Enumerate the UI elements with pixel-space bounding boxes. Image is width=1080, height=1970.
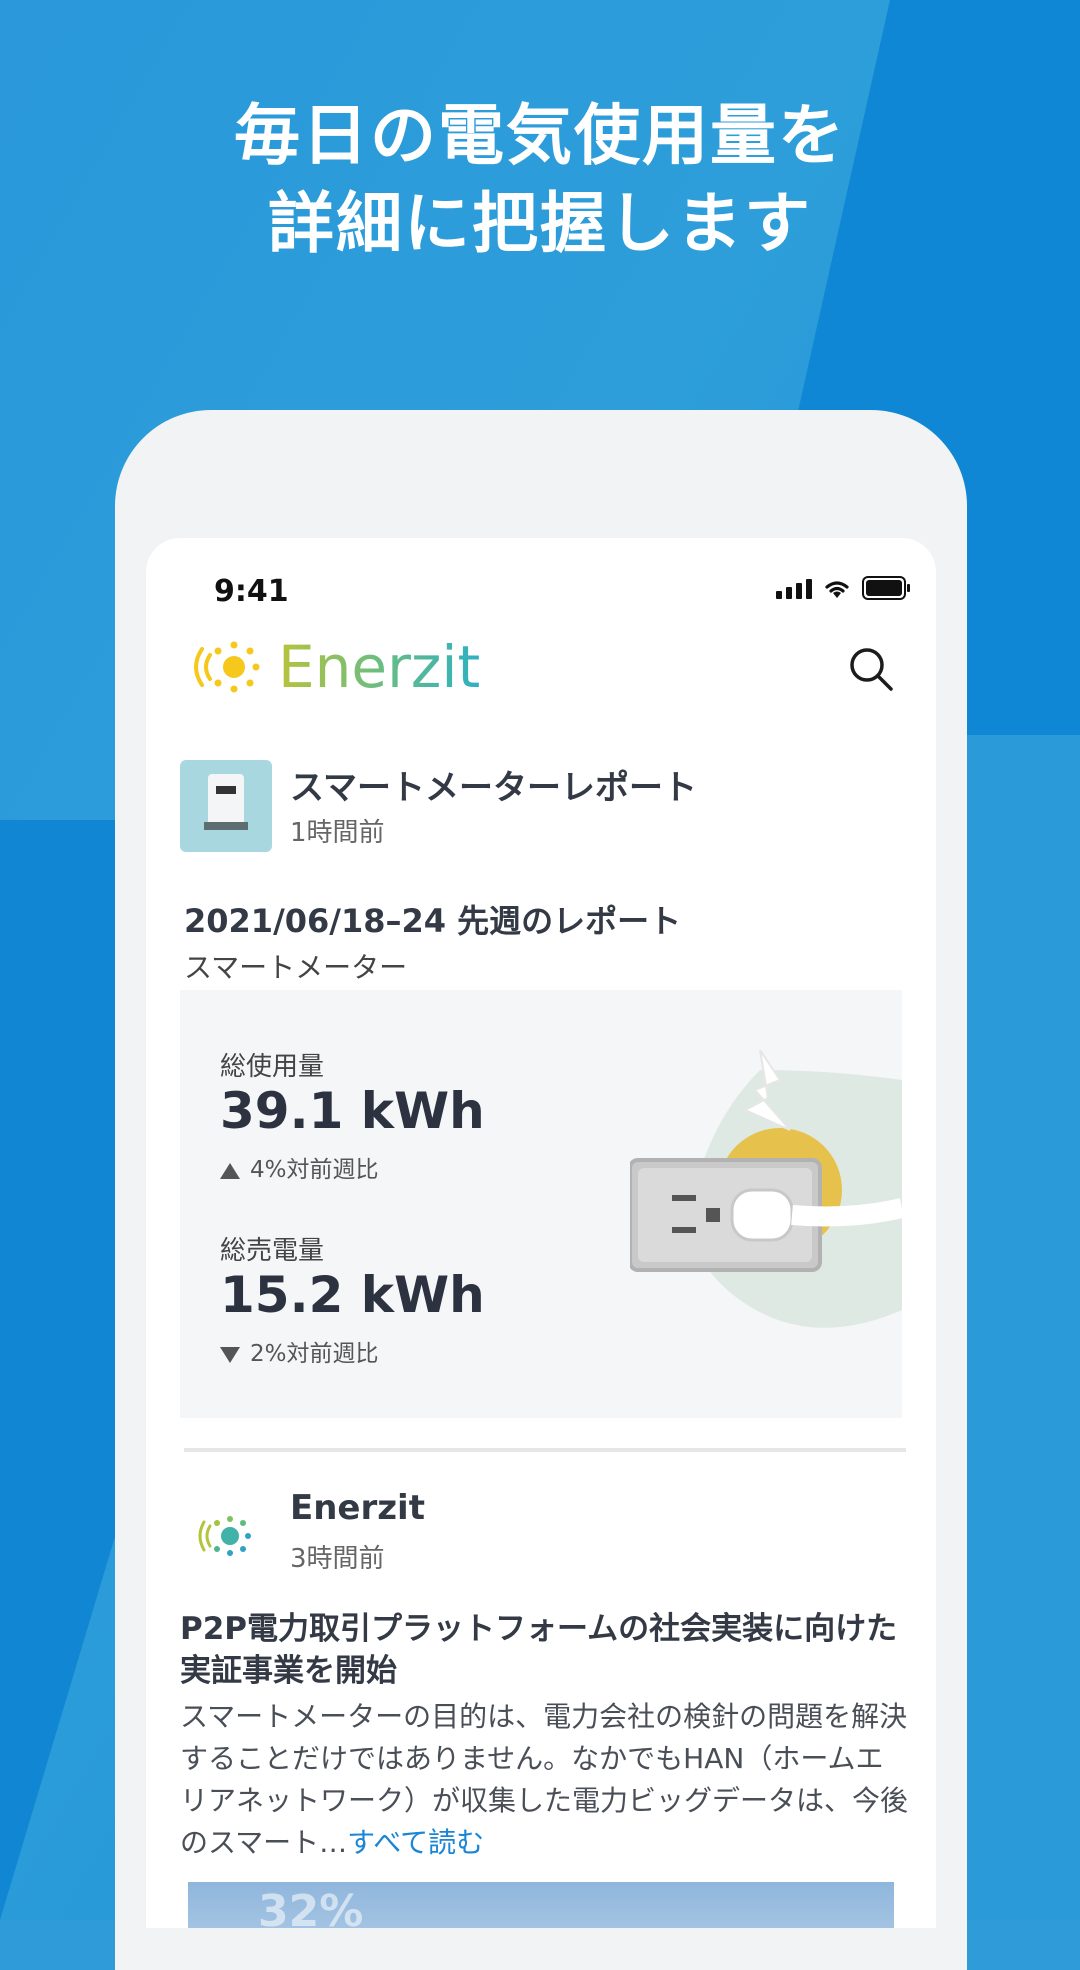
- divider: [184, 1448, 906, 1452]
- app-screen: 9:41 Enerzit スマートメーターレポート 1時間前 2021/06/1…: [146, 538, 936, 1928]
- article-image-text: 32%: [258, 1886, 364, 1928]
- report-source: スマートメーターレポート: [290, 768, 697, 808]
- report-title: 2021/06/18–24 先週のレポート: [184, 902, 682, 940]
- headline-line-2: 詳細に把握します: [268, 185, 812, 262]
- usage-change: 4%対前週比: [220, 1150, 379, 1184]
- read-more-link[interactable]: すべて読む: [347, 1826, 484, 1859]
- enerzit-avatar-icon: [198, 1516, 251, 1556]
- status-bar: 9:41: [146, 538, 936, 638]
- promo-headline: 毎日の電気使用量を 詳細に把握します: [0, 92, 1080, 268]
- signal-icon: [776, 577, 812, 599]
- arrow-up-icon: [220, 1162, 240, 1179]
- wifi-icon: [825, 581, 849, 598]
- sold-label: 総売電量: [220, 1236, 325, 1266]
- arrow-down-icon: [220, 1346, 240, 1363]
- post-header[interactable]: Enerzit 3時間前: [180, 1488, 900, 1578]
- status-icons: [776, 576, 910, 600]
- report-card-header[interactable]: スマートメーターレポート 1時間前: [180, 760, 900, 860]
- status-time: 9:41: [214, 574, 289, 609]
- report-summary[interactable]: 総使用量 39.1 kWh 4%対前週比 総売電量 15.2 kWh 2%対前週…: [180, 990, 902, 1418]
- logo-text: Enerzit: [278, 633, 481, 701]
- post-time: 3時間前: [290, 1544, 385, 1574]
- app-logo[interactable]: Enerzit: [190, 632, 480, 702]
- sold-change: 2%対前週比: [220, 1334, 379, 1368]
- power-plug-illustration: [630, 1050, 902, 1328]
- article-title[interactable]: P2P電力取引プラットフォームの社会実装に向けた実証事業を開始: [180, 1608, 908, 1692]
- sold-value: 15.2 kWh: [220, 1266, 485, 1324]
- article-image[interactable]: 32%: [188, 1882, 894, 1928]
- search-icon[interactable]: [846, 644, 896, 694]
- smart-meter-icon: [180, 760, 272, 852]
- report-time: 1時間前: [290, 818, 385, 848]
- usage-value: 39.1 kWh: [220, 1082, 485, 1140]
- post-author: Enerzit: [290, 1488, 425, 1528]
- article-body: スマートメーターの目的は、電力会社の検針の問題を解決することだけではありません。…: [180, 1700, 909, 1859]
- sun-logo-icon: [194, 641, 260, 693]
- usage-label: 総使用量: [220, 1052, 325, 1082]
- headline-line-1: 毎日の電気使用量を: [234, 97, 846, 174]
- report-subtitle: スマートメーター: [184, 951, 408, 984]
- battery-icon: [862, 576, 910, 600]
